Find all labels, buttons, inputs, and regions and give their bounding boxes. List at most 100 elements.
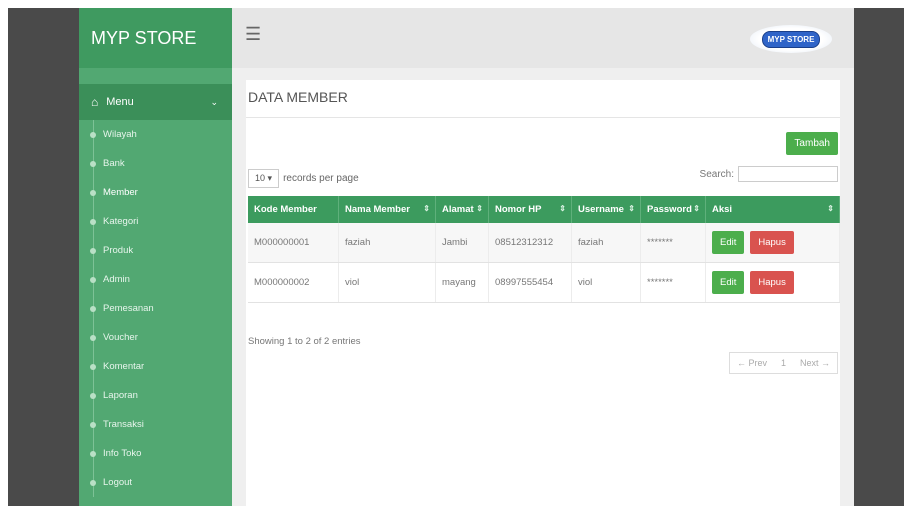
menu-toggle[interactable]: ⌂ Menu ⌄: [79, 84, 232, 120]
bullet-icon: [90, 334, 96, 341]
records-per-page-select[interactable]: 10 ▾: [248, 169, 280, 188]
cell-alamat: mayang: [435, 262, 489, 303]
bullet-icon: [90, 305, 96, 312]
top-navbar: ☰ MYP STORE: [232, 8, 854, 68]
sidebar-item-pemesanan[interactable]: Pemesanan: [79, 294, 232, 323]
column-header-nomor-hp[interactable]: Nomor HP ⇕: [488, 196, 572, 223]
bullet-icon: [90, 218, 96, 225]
sidebar-item-admin[interactable]: Admin: [79, 265, 232, 294]
sidebar-item-label: Transaksi: [103, 419, 144, 430]
brand-title[interactable]: MYP STORE: [79, 8, 232, 68]
sidebar-item-voucher[interactable]: Voucher: [79, 323, 232, 352]
cell-alamat: Jambi: [435, 223, 489, 263]
sidebar-item-info-toko[interactable]: Info Toko: [79, 439, 232, 468]
edit-button[interactable]: Edit: [712, 231, 745, 254]
sort-icon: ⇕: [693, 204, 700, 213]
store-logo: MYP STORE: [750, 25, 832, 53]
bullet-icon: [90, 421, 96, 428]
column-header-label: Aksi: [712, 204, 733, 215]
sidebar-menu: Wilayah Bank Member Kategori Produk Admi…: [79, 120, 232, 497]
column-header-alamat[interactable]: Alamat ⇕: [435, 196, 489, 223]
sidebar-item-label: Laporan: [103, 390, 138, 401]
sidebar-item-label: Wilayah: [103, 129, 137, 140]
sidebar-item-bank[interactable]: Bank: [79, 149, 232, 178]
sidebar-item-label: Member: [103, 187, 138, 198]
bullet-icon: [90, 450, 96, 457]
next-page-button[interactable]: Next →: [793, 353, 837, 373]
column-header-label: Kode Member: [254, 204, 317, 215]
sidebar-item-transaksi[interactable]: Transaksi: [79, 410, 232, 439]
sidebar-item-logout[interactable]: Logout: [79, 468, 232, 497]
delete-button[interactable]: Hapus: [750, 231, 794, 254]
sidebar-item-kategori[interactable]: Kategori: [79, 207, 232, 236]
bullet-icon: [90, 160, 96, 167]
search-area: Search:: [700, 166, 838, 182]
logo-text: MYP STORE: [761, 30, 821, 48]
column-header-password[interactable]: Password ⇕: [640, 196, 706, 223]
sidebar-item-laporan[interactable]: Laporan: [79, 381, 232, 410]
cell-aksi: Edit Hapus: [705, 262, 840, 303]
column-header-username[interactable]: Username ⇕: [571, 196, 641, 223]
page-title: DATA MEMBER: [246, 80, 840, 118]
search-input[interactable]: [738, 166, 838, 182]
table-header-row: Kode Member Nama Member ⇕ Alamat ⇕ Nomor H…: [248, 196, 840, 223]
hamburger-menu-icon[interactable]: ☰: [245, 24, 261, 45]
delete-button[interactable]: Hapus: [750, 271, 794, 294]
sort-icon: ⇕: [476, 204, 483, 213]
caret-down-icon: ▾: [267, 173, 273, 183]
sidebar: MYP STORE ⌂ Menu ⌄ Wilayah Bank Member K…: [79, 8, 232, 506]
cell-username: faziah: [571, 223, 641, 263]
sidebar-item-wilayah[interactable]: Wilayah: [79, 120, 232, 149]
records-per-page-value: 10: [255, 173, 266, 183]
sidebar-item-label: Bank: [103, 158, 125, 169]
records-per-page: 10 ▾ records per page: [248, 169, 359, 188]
bullet-icon: [90, 247, 96, 254]
sidebar-item-label: Komentar: [103, 361, 145, 372]
cell-nama: faziah: [338, 223, 436, 263]
search-label: Search:: [699, 168, 734, 180]
cell-password: *******: [640, 223, 706, 263]
sort-icon: ⇕: [628, 204, 635, 213]
sidebar-item-produk[interactable]: Produk: [79, 236, 232, 265]
table-row: M000000001 faziah Jambi 08512312312 fazi…: [248, 223, 840, 263]
entries-info: Showing 1 to 2 of 2 entries: [248, 336, 361, 347]
cell-password: *******: [640, 262, 706, 303]
bullet-icon: [90, 479, 96, 486]
app-window: MYP STORE ⌂ Menu ⌄ Wilayah Bank Member K…: [8, 8, 904, 506]
bullet-icon: [90, 392, 96, 399]
records-per-page-label: records per page: [283, 173, 359, 184]
column-header-label: Password: [647, 204, 692, 215]
column-header-label: Nomor HP: [495, 204, 542, 215]
bullet-icon: [90, 189, 96, 196]
sort-icon: ⇕: [827, 204, 834, 213]
cell-nama: viol: [338, 262, 436, 303]
content-panel: DATA MEMBER Tambah 10 ▾ records per page…: [246, 80, 840, 506]
cell-nomor-hp: 08997555454: [488, 262, 572, 303]
add-member-button[interactable]: Tambah: [786, 132, 838, 155]
prev-page-button[interactable]: ← Prev: [730, 353, 774, 373]
sort-icon: ⇕: [423, 204, 430, 213]
table-row: M000000002 viol mayang 08997555454 viol …: [248, 262, 840, 303]
sidebar-item-komentar[interactable]: Komentar: [79, 352, 232, 381]
sidebar-item-label: Produk: [103, 245, 134, 256]
page-number-button[interactable]: 1: [774, 353, 793, 373]
bullet-icon: [90, 363, 96, 370]
bullet-icon: [90, 131, 96, 138]
cell-kode: M000000001: [248, 223, 339, 263]
home-icon: ⌂: [91, 95, 99, 109]
sidebar-item-label: Info Toko: [103, 448, 142, 459]
sidebar-item-label: Kategori: [103, 216, 139, 227]
cell-username: viol: [571, 262, 641, 303]
column-header-label: Alamat: [442, 204, 474, 215]
column-header-aksi[interactable]: Aksi ⇕: [705, 196, 840, 223]
column-header-kode[interactable]: Kode Member: [248, 196, 339, 223]
bullet-icon: [90, 276, 96, 283]
sidebar-item-member[interactable]: Member: [79, 178, 232, 207]
sidebar-item-label: Pemesanan: [103, 303, 154, 314]
column-header-nama[interactable]: Nama Member ⇕: [338, 196, 436, 223]
sidebar-item-label: Voucher: [103, 332, 138, 343]
column-header-label: Username: [578, 204, 624, 215]
sort-icon: ⇕: [559, 204, 566, 213]
column-header-label: Nama Member: [345, 204, 410, 215]
edit-button[interactable]: Edit: [712, 271, 745, 294]
